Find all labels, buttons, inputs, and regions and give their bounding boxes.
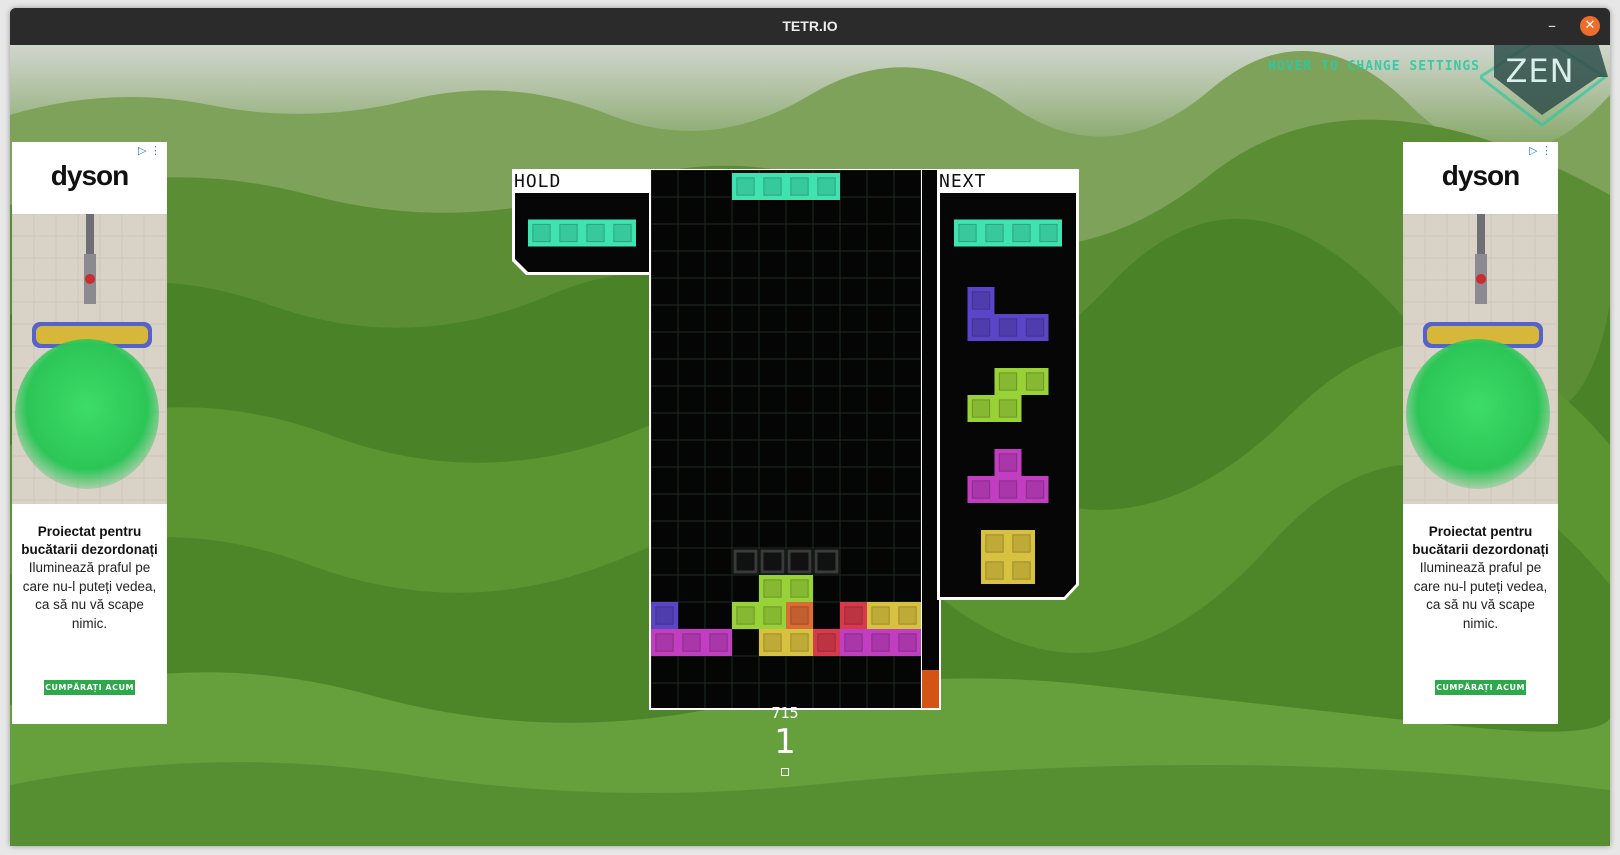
stack-cell	[705, 629, 732, 656]
next-pieces	[954, 219, 1062, 584]
ghost-cell	[787, 549, 812, 574]
stack-cell	[894, 602, 921, 629]
mode-label: ZEN	[1505, 52, 1575, 90]
ghost-cell	[814, 549, 839, 574]
game-viewport: HOVER TO CHANGE SETTINGS ZEN ▷ ⋮ dyson P…	[10, 45, 1610, 846]
stack-cell	[867, 629, 894, 656]
next-label: NEXT	[939, 171, 987, 192]
preview-cell	[1021, 314, 1049, 341]
preview-cell	[1008, 530, 1035, 557]
stack-cell	[732, 602, 759, 629]
ad-choices-icon[interactable]: ▷ ⋮	[1529, 144, 1552, 157]
hold-slot	[515, 193, 649, 272]
ad-body-text: Iluminează praful pe care nu-l puteți ve…	[1413, 560, 1548, 631]
garbage-meter	[922, 170, 939, 708]
vacuum-cleaner-image	[12, 214, 167, 504]
preview-cell	[981, 530, 1008, 557]
preview-cell	[582, 219, 609, 247]
ad-cta-button[interactable]: CUMPĂRAȚI ACUM	[1435, 680, 1526, 695]
ad-heading: Proiectat pentru bucătarii dezordonați	[21, 524, 158, 557]
active-piece-cell	[813, 173, 840, 200]
stack-cell	[867, 602, 894, 629]
preview-cell	[994, 476, 1022, 503]
next-panel: NEXT	[937, 169, 1079, 600]
active-piece-cell	[786, 173, 813, 200]
preview-cell	[1008, 219, 1035, 247]
preview-cell	[1021, 476, 1049, 503]
ad-cta-button[interactable]: CUMPĂRAȚI ACUM	[44, 680, 135, 695]
stack-cell	[759, 575, 786, 602]
lines-cleared-value: 1	[774, 722, 796, 762]
stack-cell	[894, 629, 921, 656]
preview-cell	[967, 476, 995, 503]
minimize-button[interactable]: –	[1542, 16, 1562, 36]
preview-cell	[981, 557, 1008, 584]
ghost-cell	[733, 549, 758, 574]
ad-brand-logo: dyson	[1441, 160, 1520, 191]
settings-hint[interactable]: HOVER TO CHANGE SETTINGS	[1268, 59, 1480, 74]
stack-cell	[759, 602, 786, 629]
ad-body-text: Iluminează praful pe care nu-l puteți ve…	[22, 560, 157, 631]
preview-cell	[528, 219, 555, 247]
ad-banner-left[interactable]: ▷ ⋮ dyson Proiectat pentru bucătarii dez…	[12, 142, 167, 724]
preview-cell	[994, 314, 1022, 341]
ad-heading: Proiectat pentru bucătarii dezordonați	[1412, 524, 1549, 557]
stack-cell	[651, 629, 678, 656]
garbage-meter-fill	[922, 670, 939, 708]
preview-cell	[994, 449, 1022, 476]
close-button[interactable]: ✕	[1580, 16, 1600, 36]
ghost-cell	[760, 549, 785, 574]
preview-cell	[1021, 368, 1049, 395]
stack-cell	[786, 602, 813, 629]
preview-cell	[967, 314, 995, 341]
stat-indicator-icon	[781, 768, 789, 776]
preview-cell	[1008, 557, 1035, 584]
title-bar[interactable]: TETR.IO – ✕	[10, 8, 1610, 45]
stack-cell	[840, 602, 867, 629]
hold-label: HOLD	[514, 171, 562, 192]
ad-choices-icon[interactable]: ▷ ⋮	[138, 144, 161, 157]
next-queue	[940, 193, 1076, 597]
app-window: TETR.IO – ✕ HOVER TO CHANGE SETTINGS ZEN…	[10, 8, 1610, 846]
preview-cell	[994, 395, 1022, 422]
stack-cell	[840, 629, 867, 656]
preview-cell	[981, 219, 1008, 247]
preview-cell	[555, 219, 582, 247]
active-piece-cell	[759, 173, 786, 200]
stack-cell	[813, 629, 840, 656]
playfield-grid	[651, 170, 921, 708]
stack-cell	[651, 602, 678, 629]
stack-cell	[786, 629, 813, 656]
preview-cell	[967, 287, 995, 314]
hold-panel: HOLD	[512, 169, 652, 275]
hold-piece	[528, 219, 636, 247]
score-value: 715	[771, 704, 799, 722]
preview-cell	[967, 395, 995, 422]
preview-cell	[994, 368, 1022, 395]
window-title: TETR.IO	[782, 18, 838, 34]
preview-cell	[1035, 219, 1062, 247]
preview-cell	[954, 219, 981, 247]
ad-banner-right[interactable]: ▷ ⋮ dyson Proiectat pentru bucătarii dez…	[1403, 142, 1558, 724]
vacuum-cleaner-image	[1403, 214, 1558, 504]
preview-cell	[609, 219, 636, 247]
stack-cell	[759, 629, 786, 656]
stack-cell	[678, 629, 705, 656]
ad-brand-logo: dyson	[50, 160, 129, 191]
stack-cell	[786, 575, 813, 602]
active-piece-cell	[732, 173, 759, 200]
